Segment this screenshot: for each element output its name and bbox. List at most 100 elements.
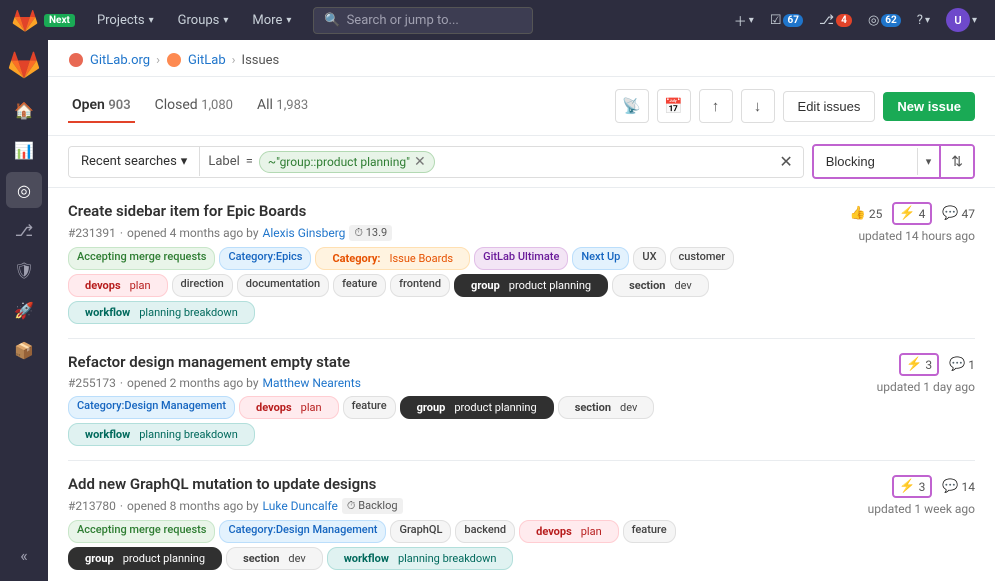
new-issue-button[interactable]: New issue bbox=[883, 92, 975, 121]
nav-groups[interactable]: Groups ▾ bbox=[168, 7, 239, 34]
issue-stats: 👍 25 ⚡ 4 💬 47 bbox=[850, 202, 975, 225]
nav-more[interactable]: More ▾ bbox=[242, 7, 301, 34]
blocking-stat[interactable]: ⚡ 3 bbox=[892, 475, 932, 498]
blocking-stat[interactable]: ⚡ 3 bbox=[899, 353, 939, 376]
tag[interactable]: customer bbox=[670, 247, 735, 270]
filter-tag-area[interactable]: Label = ~"group::product planning" ✕ bbox=[200, 147, 769, 177]
export-button[interactable]: ↑ bbox=[699, 89, 733, 123]
issue-stats: ⚡ 3 💬 1 bbox=[899, 353, 975, 376]
sidebar-logo[interactable] bbox=[8, 48, 40, 80]
comments-stat[interactable]: 💬 1 bbox=[949, 357, 975, 372]
issues-header: Open 903 Closed 1,080 All 1,983 📡 📅 ↑ ↓ … bbox=[48, 77, 995, 135]
comments-stat[interactable]: 💬 14 bbox=[942, 479, 975, 494]
thumbs-stat[interactable]: 👍 25 bbox=[850, 206, 883, 221]
tag[interactable]: frontend bbox=[390, 274, 450, 297]
tag[interactable]: workflowplanning breakdown bbox=[68, 423, 255, 446]
sidebar-item-deploy[interactable]: 🚀 bbox=[6, 292, 42, 328]
issues-button[interactable]: ◎ 62 bbox=[862, 9, 907, 32]
comments-count: 47 bbox=[962, 207, 976, 221]
issue-right: 👍 25 ⚡ 4 💬 47 upda bbox=[815, 202, 975, 243]
tag[interactable]: Category:Design Management bbox=[219, 520, 386, 543]
tag[interactable]: groupproduct planning bbox=[68, 547, 222, 570]
tag[interactable]: direction bbox=[172, 274, 233, 297]
tag[interactable]: workflowplanning breakdown bbox=[327, 547, 514, 570]
breadcrumb-gitlab-org[interactable]: GitLab.org bbox=[90, 53, 150, 68]
sidebar-item-home[interactable]: 🏠 bbox=[6, 92, 42, 128]
user-avatar-button[interactable]: U ▾ bbox=[940, 4, 983, 36]
issue-title[interactable]: Refactor design management empty state bbox=[68, 353, 815, 371]
tab-closed[interactable]: Closed 1,080 bbox=[151, 89, 237, 123]
tag[interactable]: devopsplan bbox=[239, 396, 339, 419]
tag[interactable]: UX bbox=[633, 247, 665, 270]
issue-title[interactable]: Add new GraphQL mutation to update desig… bbox=[68, 475, 815, 493]
sidebar-expand-button[interactable]: « bbox=[6, 537, 42, 573]
nav-logo[interactable]: Next bbox=[12, 7, 75, 33]
issue-left: Add new GraphQL mutation to update desig… bbox=[68, 475, 815, 570]
issue-meta: #231391 · opened 4 months ago by Alexis … bbox=[68, 225, 815, 241]
tag[interactable]: feature bbox=[343, 396, 396, 419]
recent-searches-button[interactable]: Recent searches ▾ bbox=[69, 147, 200, 176]
help-button[interactable]: ? ▾ bbox=[911, 9, 936, 32]
clear-filter-button[interactable]: ✕ bbox=[769, 148, 802, 176]
tag[interactable]: GraphQL bbox=[390, 520, 451, 543]
tag[interactable]: groupproduct planning bbox=[454, 274, 608, 297]
tab-open[interactable]: Open 903 bbox=[68, 89, 135, 123]
tag[interactable]: Category:Epics bbox=[219, 247, 311, 270]
import-button[interactable]: ↓ bbox=[741, 89, 775, 123]
tag[interactable]: devopsplan bbox=[68, 274, 168, 297]
tag[interactable]: feature bbox=[333, 274, 386, 297]
blocking-chevron-icon[interactable]: ▾ bbox=[917, 148, 940, 175]
issue-author[interactable]: Luke Duncalfe bbox=[263, 499, 338, 513]
sort-direction-button[interactable]: ⇅ bbox=[939, 146, 973, 177]
blocking-stat[interactable]: ⚡ 4 bbox=[892, 202, 932, 225]
tag[interactable]: Accepting merge requests bbox=[68, 520, 215, 543]
nav-projects[interactable]: Projects ▾ bbox=[87, 7, 164, 34]
tag[interactable]: backend bbox=[455, 520, 515, 543]
todos-button[interactable]: ☑ 67 bbox=[764, 9, 809, 32]
issue-number: #255173 bbox=[68, 376, 116, 390]
issue-row: Create sidebar item for Epic Boards #231… bbox=[68, 202, 975, 324]
tag[interactable]: feature bbox=[623, 520, 676, 543]
add-button[interactable]: ＋ ▾ bbox=[728, 7, 760, 34]
tag[interactable]: Next Up bbox=[572, 247, 629, 270]
issue-author[interactable]: Alexis Ginsberg bbox=[263, 226, 346, 240]
rss-button[interactable]: 📡 bbox=[615, 89, 649, 123]
tag[interactable]: Accepting merge requests bbox=[68, 247, 215, 270]
tag[interactable]: documentation bbox=[237, 274, 329, 297]
sidebar-item-issues[interactable]: ◎ bbox=[6, 172, 42, 208]
comment-icon: 💬 bbox=[942, 206, 958, 221]
tag[interactable]: sectiondev bbox=[612, 274, 709, 297]
tag[interactable]: workflowplanning breakdown bbox=[68, 301, 255, 324]
tag[interactable]: sectiondev bbox=[226, 547, 323, 570]
calendar-button[interactable]: 📅 bbox=[657, 89, 691, 123]
issue-left: Refactor design management empty state #… bbox=[68, 353, 815, 446]
issue-author[interactable]: Matthew Nearents bbox=[263, 376, 361, 390]
tab-all[interactable]: All 1,983 bbox=[253, 89, 312, 123]
tag[interactable]: Category:Issue Boards bbox=[315, 247, 470, 270]
main-content: GitLab.org › GitLab › Issues Open 903 Cl… bbox=[48, 40, 995, 581]
todo-icon: ☑ bbox=[770, 13, 782, 28]
comments-stat[interactable]: 💬 47 bbox=[942, 206, 975, 221]
issue-title[interactable]: Create sidebar item for Epic Boards bbox=[68, 202, 815, 220]
filter-clear-icon[interactable]: ✕ bbox=[414, 154, 426, 170]
tag[interactable]: devopsplan bbox=[519, 520, 619, 543]
sidebar-item-merge[interactable]: ⎇ bbox=[6, 212, 42, 248]
thumbs-count: 25 bbox=[869, 207, 883, 221]
sidebar-item-activity[interactable]: 📊 bbox=[6, 132, 42, 168]
sidebar-item-packages[interactable]: 📦 bbox=[6, 332, 42, 368]
merge-requests-button[interactable]: ⎇ 4 bbox=[813, 9, 858, 32]
updated-time: updated 1 week ago bbox=[868, 502, 975, 516]
blocking-icon: ⚡ bbox=[906, 357, 922, 372]
issue-right: ⚡ 3 💬 14 updated 1 week ago bbox=[815, 475, 975, 516]
breadcrumb-gitlab[interactable]: GitLab bbox=[188, 53, 226, 68]
issue-item: Create sidebar item for Epic Boards #231… bbox=[68, 188, 975, 339]
tag[interactable]: Category:Design Management bbox=[68, 396, 235, 419]
blocking-select[interactable]: Blocking Priority Created date Updated d… bbox=[814, 147, 917, 176]
global-search[interactable]: 🔍 Search or jump to... bbox=[313, 7, 533, 34]
edit-issues-button[interactable]: Edit issues bbox=[783, 91, 876, 122]
tag[interactable]: sectiondev bbox=[558, 396, 655, 419]
tag[interactable]: groupproduct planning bbox=[400, 396, 554, 419]
filter-value-tag[interactable]: ~"group::product planning" ✕ bbox=[259, 151, 435, 173]
sidebar-item-security[interactable]: 🛡 bbox=[6, 252, 42, 288]
tag[interactable]: GitLab Ultimate bbox=[474, 247, 568, 270]
